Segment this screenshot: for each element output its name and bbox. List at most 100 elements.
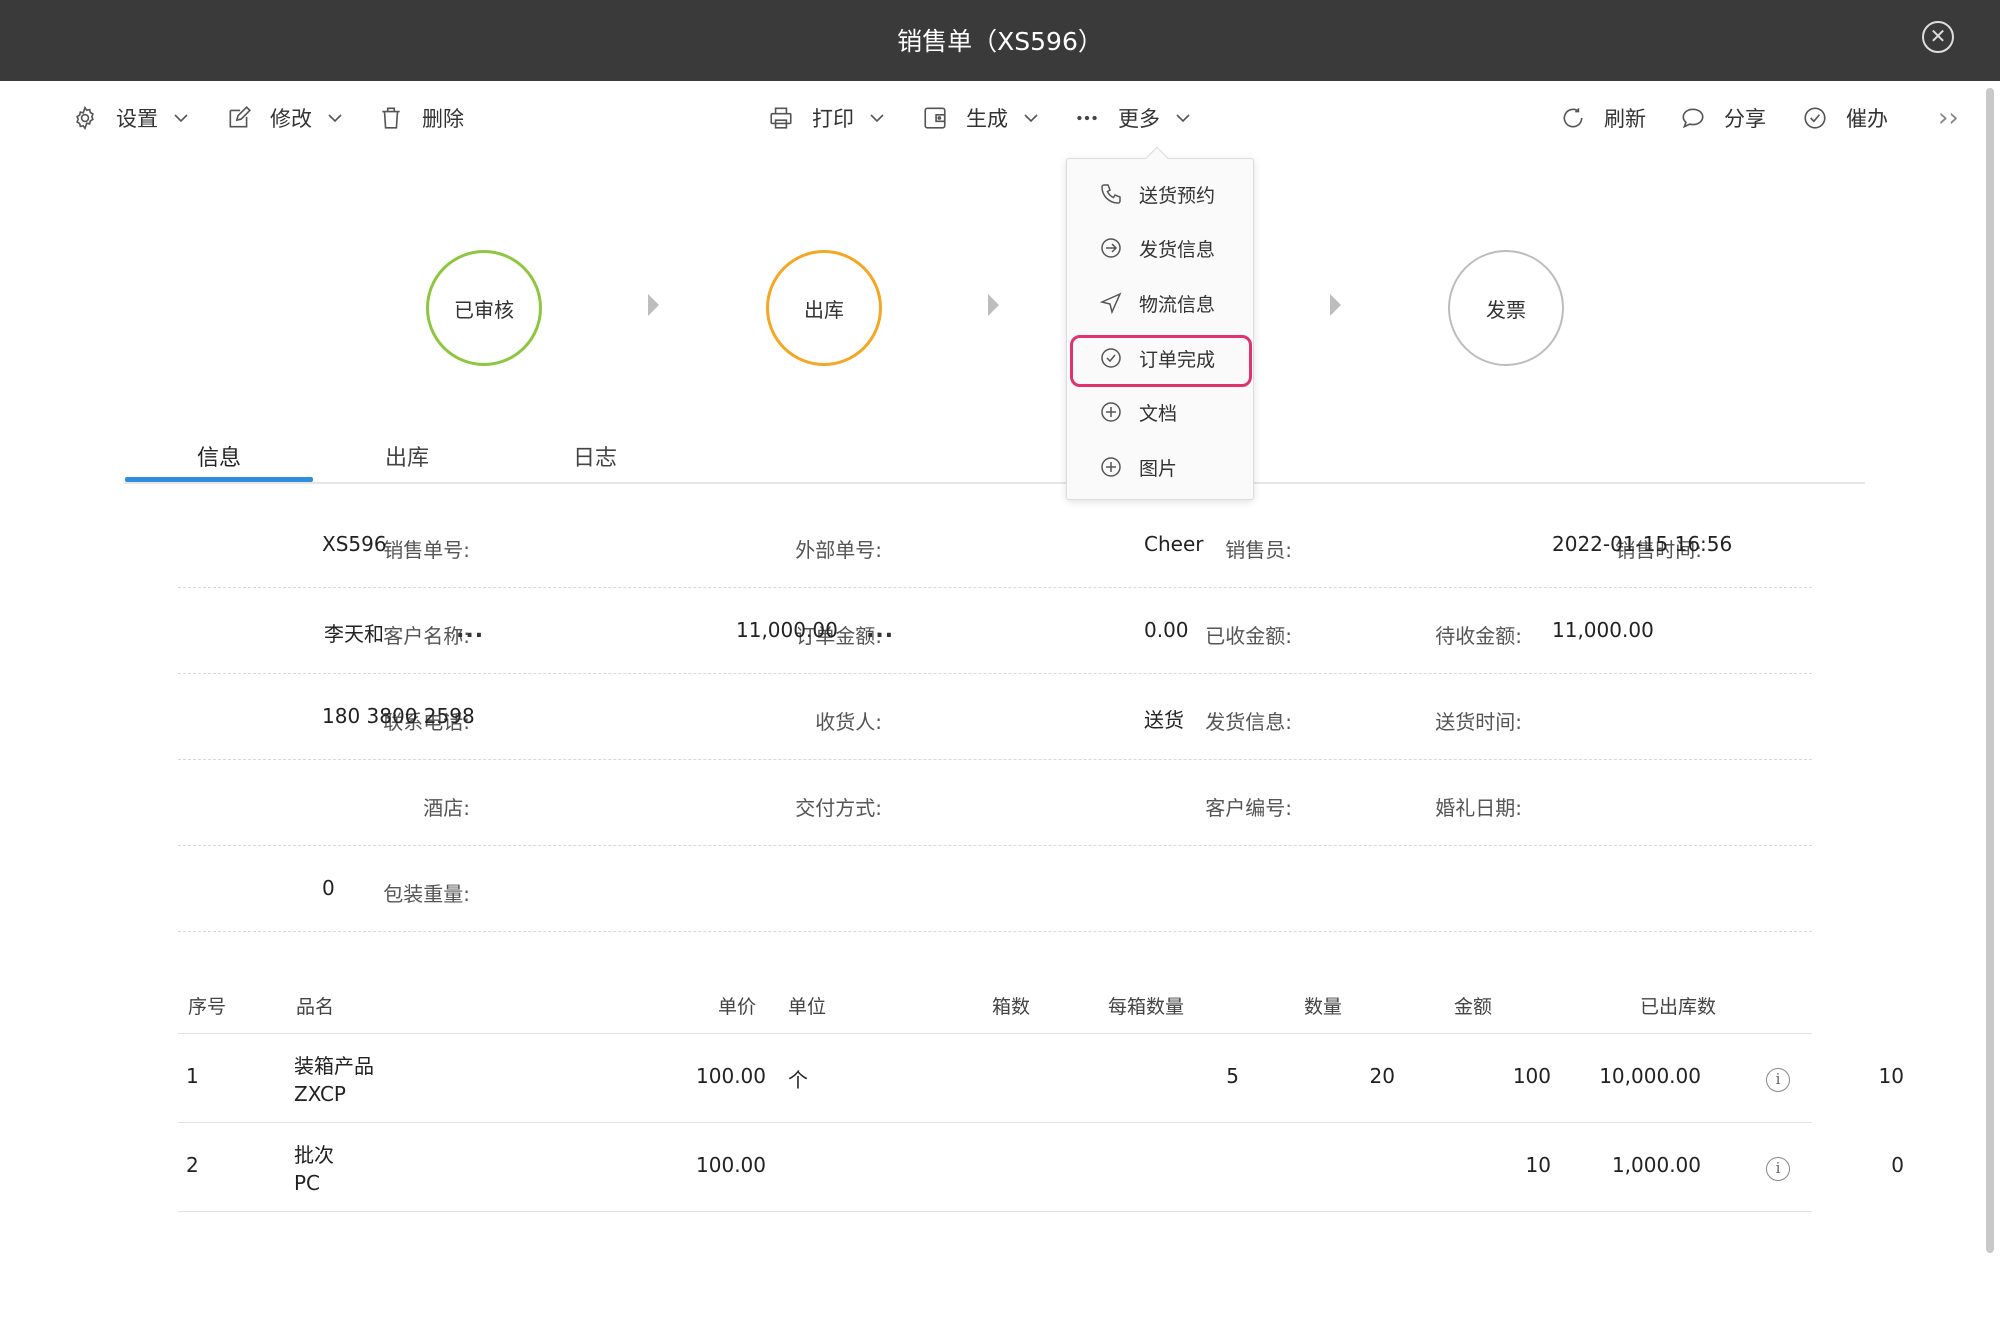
tab-log[interactable]: 日志	[501, 440, 689, 472]
close-icon[interactable]: ✕	[1922, 21, 1954, 53]
row-shipped: 0	[1891, 1153, 1904, 1177]
more-dots-icon	[1074, 105, 1100, 131]
info-row: 客户名称: 李天和 ... 订单金额: 11,000.00 ... 已收金额: …	[178, 588, 1812, 674]
sale-no-value: XS596	[322, 532, 387, 556]
step-arrow-icon	[648, 294, 659, 316]
step-approved: 已审核	[426, 250, 542, 366]
info-row: 联系电话: 180 3800 2598 收货人: 发货信息: 送货 送货时间:	[178, 674, 1812, 760]
ext-no-label: 外部单号:	[795, 538, 882, 562]
chevron-down-icon	[868, 109, 886, 127]
info-row: 销售单号: XS596 外部单号: 销售员: Cheer 销售时间: 2022-…	[178, 502, 1812, 588]
amount-more-button[interactable]: ...	[866, 618, 894, 643]
title-bar: 销售单（XS596） ✕	[0, 0, 2000, 81]
row-no: 2	[186, 1153, 199, 1177]
row-unit: 个	[788, 1068, 808, 1092]
refresh-button[interactable]: 刷新	[1560, 103, 1646, 133]
cust-no-label: 客户编号:	[1205, 796, 1292, 820]
row-qty: 10	[1525, 1153, 1551, 1177]
info-icon[interactable]: i	[1766, 1157, 1790, 1181]
received-value: 0.00	[1144, 618, 1189, 642]
row-no: 1	[186, 1064, 199, 1088]
row-shipped: 10	[1878, 1064, 1904, 1088]
chat-bubble-icon	[1680, 105, 1706, 131]
menu-item-label: 发货信息	[1139, 238, 1216, 261]
settings-label: 设置	[116, 107, 158, 131]
edit-button[interactable]: 修改	[226, 103, 344, 133]
weight-value: 0	[322, 876, 335, 900]
row-code: PC	[294, 1171, 321, 1195]
step-arrow-icon	[988, 294, 999, 316]
settings-button[interactable]: 设置	[72, 103, 190, 133]
tab-label: 出库	[384, 446, 429, 471]
row-amount: 10,000.00	[1599, 1064, 1701, 1088]
ship-info-value: 送货	[1144, 708, 1184, 732]
edit-icon	[226, 105, 252, 131]
scrollbar[interactable]	[1986, 88, 1994, 1253]
col-shipped: 已出库数	[1639, 996, 1716, 1018]
step-outbound: 出库	[766, 250, 882, 366]
menu-item-delivery-appointment[interactable]: 送货预约	[1067, 169, 1255, 219]
sale-no-label: 销售单号:	[383, 538, 470, 562]
active-tab-indicator	[125, 477, 313, 482]
chevron-down-icon	[1022, 109, 1040, 127]
edit-label: 修改	[270, 107, 312, 131]
table-row: 1 装箱产品 ZXCP 100.00 个 5 20 100 10,000.00 …	[178, 1034, 1904, 1123]
col-name: 品名	[296, 996, 335, 1018]
row-code: ZXCP	[294, 1082, 346, 1106]
urge-label: 催办	[1846, 107, 1888, 131]
menu-item-ship-info[interactable]: 发货信息	[1067, 223, 1255, 273]
step-label: 已审核	[454, 297, 514, 322]
menu-item-logistics-info[interactable]: 物流信息	[1067, 278, 1255, 328]
plus-circle-icon	[1099, 400, 1123, 424]
plus-circle-icon	[1099, 455, 1123, 479]
generate-label: 生成	[966, 107, 1008, 131]
more-button[interactable]: 更多	[1074, 103, 1192, 133]
weight-label: 包装重量:	[383, 882, 470, 906]
share-button[interactable]: 分享	[1680, 103, 1766, 133]
double-chevron-right-icon: ››	[1938, 103, 1959, 133]
expand-button[interactable]: ››	[1938, 103, 1959, 133]
menu-item-documents[interactable]: 文档	[1067, 387, 1255, 437]
highlight-box	[1070, 335, 1252, 387]
tab-bar: 信息 出库 日志	[125, 430, 1865, 484]
consignee-label: 收货人:	[815, 710, 882, 734]
printer-icon	[768, 105, 794, 131]
customer-more-button[interactable]: ...	[456, 618, 484, 643]
sale-time-value: 2022-01-15 16:56	[1552, 532, 1733, 556]
tab-info[interactable]: 信息	[125, 440, 313, 472]
table-header: 序号 品名 单价 单位 箱数 每箱数量 数量 金额 已出库数	[178, 980, 1812, 1034]
arrow-circle-right-icon	[1099, 236, 1123, 260]
row-name: 装箱产品	[294, 1054, 374, 1078]
menu-item-label: 送货预约	[1139, 184, 1216, 207]
col-price: 单价	[717, 996, 756, 1018]
delete-button[interactable]: 删除	[378, 103, 464, 133]
menu-item-label: 文档	[1139, 402, 1178, 425]
step-arrow-icon	[1330, 294, 1341, 316]
more-dropdown-menu: 送货预约 发货信息 物流信息 订单完成 文档 图片	[1066, 146, 1255, 500]
trash-icon	[378, 105, 404, 131]
window-title: 销售单（XS596）	[897, 27, 1103, 56]
row-per-box: 20	[1369, 1064, 1395, 1088]
navigation-arrow-icon	[1099, 291, 1123, 315]
row-price: 100.00	[696, 1153, 766, 1177]
urge-button[interactable]: 催办	[1802, 103, 1888, 133]
check-circle-icon	[1802, 105, 1828, 131]
col-qty: 数量	[1303, 996, 1342, 1018]
chevron-down-icon	[1174, 109, 1192, 127]
col-no: 序号	[188, 996, 227, 1018]
info-icon[interactable]: i	[1766, 1068, 1790, 1092]
menu-item-images[interactable]: 图片	[1067, 442, 1255, 492]
gear-icon	[72, 105, 98, 131]
seller-value: Cheer	[1144, 532, 1204, 556]
col-boxes: 箱数	[991, 996, 1030, 1018]
col-per-box: 每箱数量	[1107, 996, 1184, 1018]
seller-label: 销售员:	[1225, 538, 1292, 562]
wallet-icon	[922, 105, 948, 131]
print-button[interactable]: 打印	[768, 103, 886, 133]
tab-outbound[interactable]: 出库	[313, 440, 501, 472]
row-amount: 1,000.00	[1611, 1153, 1701, 1177]
customer-value: 李天和	[324, 622, 384, 646]
toolbar: 设置 修改 删除 打印 生成 更多 刷新 分享 催办 ››	[0, 81, 1990, 151]
phone-icon	[1099, 182, 1123, 206]
generate-button[interactable]: 生成	[922, 103, 1040, 133]
